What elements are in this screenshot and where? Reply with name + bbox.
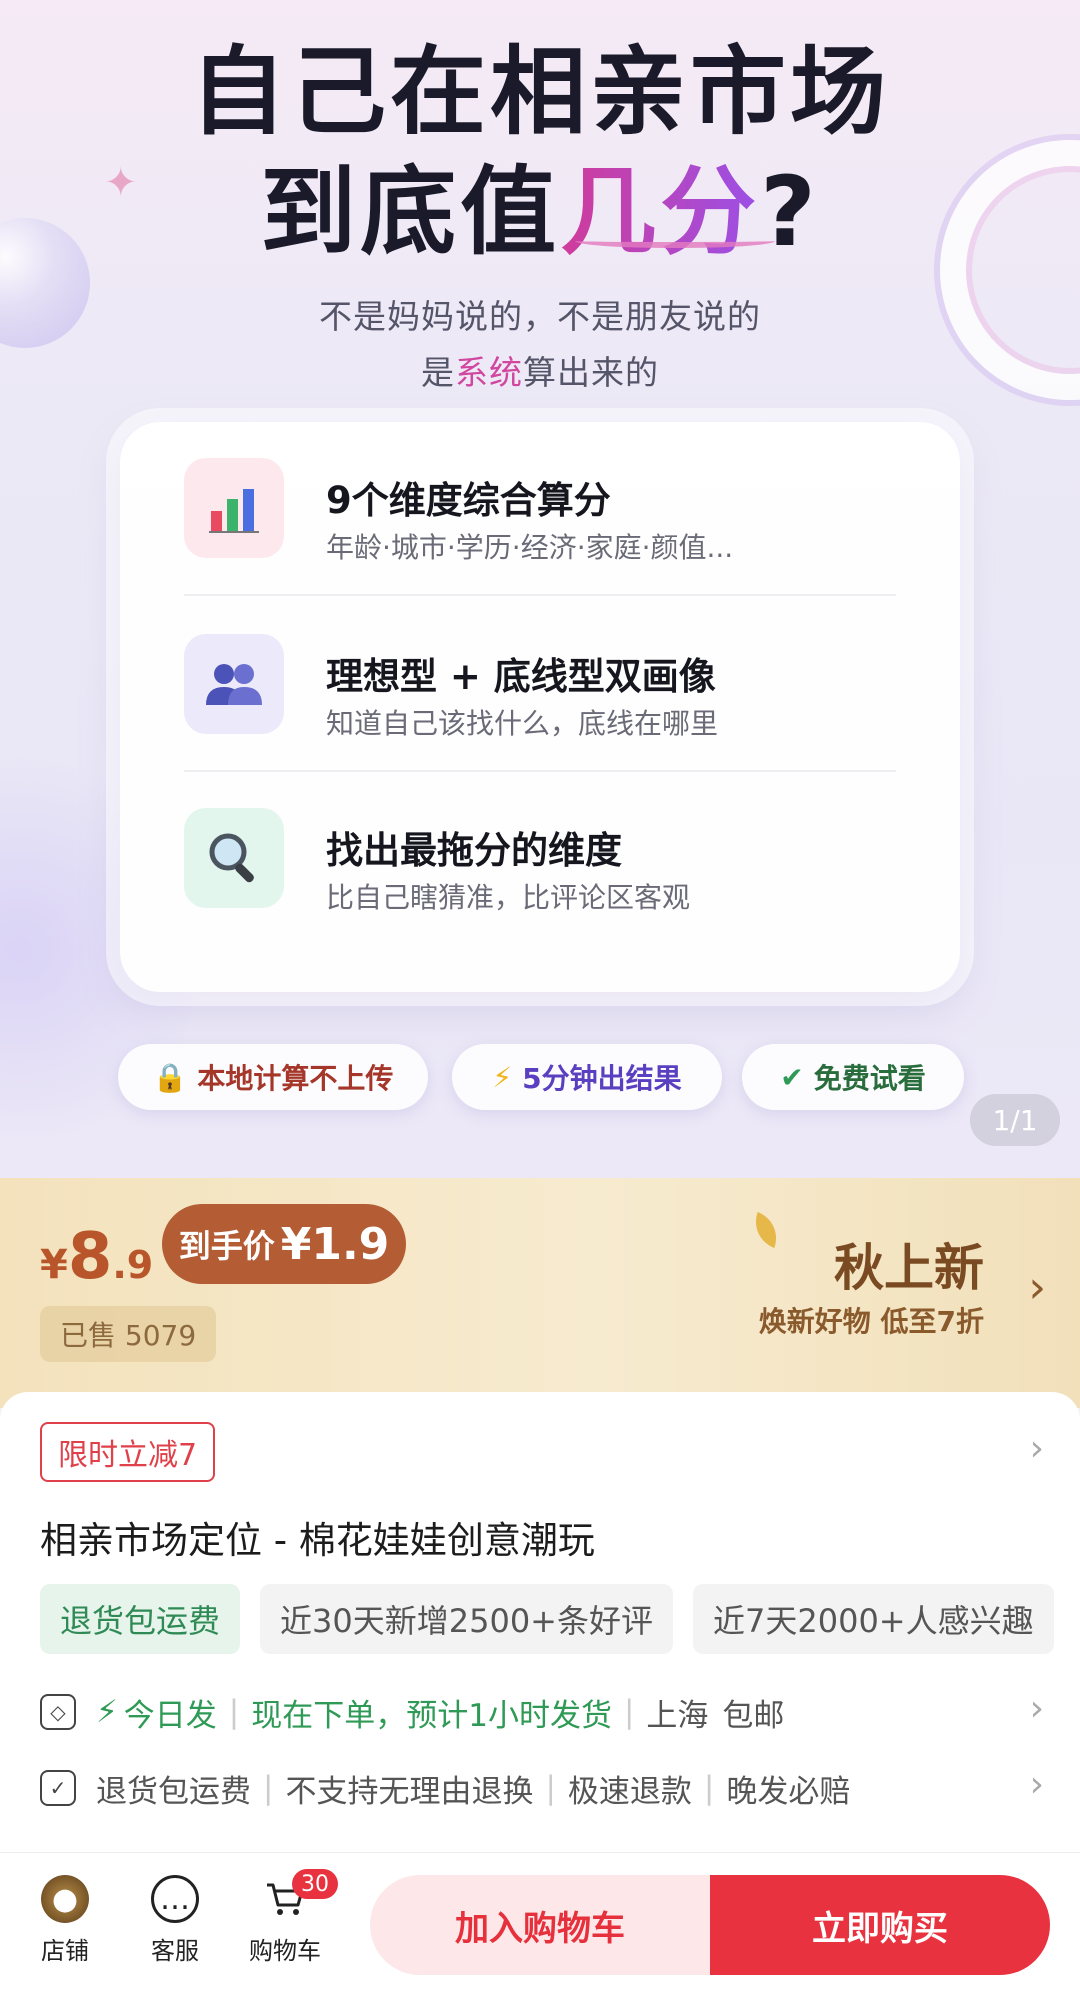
hero-banner[interactable]: ✦ 自己在相亲市场 到底值几分? 不是妈妈说的，不是朋友说的 是系统算出来的 9… [0,0,1080,1178]
bottom-action-bar: ● 店铺 … 客服 30 购物车 加入购物车 立即购买 [0,1852,1080,1994]
promo-subtitle[interactable]: 焕新好物 低至7折 [759,1300,984,1340]
feature-item: 9个维度综合算分 年龄·城市·学历·经济·家庭·颜值... [184,422,896,596]
subtitle-line2-prefix: 是 [421,353,455,392]
subtitle-line2-suffix: 算出来的 [523,353,659,392]
bar-chart-icon [184,458,284,558]
service-item: 极速退款 [567,1773,692,1810]
service-item: 不支持无理由退换 [285,1773,534,1810]
headline-line1: 自己在相亲市场 [190,36,890,148]
lightning-icon: ⚡ [492,1060,513,1094]
buy-now-button[interactable]: 立即购买 [710,1875,1050,1975]
feature-desc: 知道自己该找什么，底线在哪里 [326,707,719,740]
feature-item: 找出最拖分的维度 比自己瞎猜准，比评论区客观 [184,772,896,946]
purchase-buttons: 加入购物车 立即购买 [370,1875,1050,1975]
ship-today: 今日发 [123,1697,217,1734]
subtitle-line1: 不是妈妈说的，不是朋友说的 [319,297,761,336]
separator: | [263,1770,274,1806]
package-icon: ◇ [40,1694,76,1730]
lock-icon: 🔒 [152,1060,188,1094]
headline-underline [575,234,775,248]
feature-title: 理想型 + 底线型双画像 [326,655,716,698]
price-band: ¥8.9 到手价 ¥1.9 已售 5079 秋上新 焕新好物 低至7折 › [0,1178,1080,1408]
service-label: 客服 [151,1937,199,1965]
pill-fast-result: ⚡ 5分钟出结果 [452,1044,722,1110]
service-item: 退货包运费 [96,1773,251,1810]
separator: | [228,1694,240,1730]
store-label: 店铺 [41,1937,89,1965]
ship-detail: 现在下单，预计1小时发货 [251,1697,612,1734]
chevron-right-icon[interactable]: › [1030,1428,1044,1469]
headline-line2-prefix: 到底值 [260,156,561,268]
image-pager: 1/1 [970,1094,1060,1146]
check-icon: ✔ [780,1060,804,1094]
feature-card: 9个维度综合算分 年龄·城市·学历·经济·家庭·颜值... 理想型 + 底线型双… [120,422,960,992]
cart-label: 购物车 [249,1937,321,1965]
chevron-right-icon[interactable]: › [1030,1764,1044,1805]
cart-button[interactable]: 30 购物车 [240,1869,338,1966]
separator: | [623,1694,635,1730]
headline-line2-suffix: ? [760,156,820,268]
subtitle-line2-accent: 系统 [455,353,523,392]
currency-symbol: ¥ [40,1242,68,1288]
pill-local-compute: 🔒 本地计算不上传 [118,1044,428,1110]
customer-service-button[interactable]: … 客服 [130,1875,220,1966]
tag-interest: 近7天2000+人感兴趣 [693,1584,1054,1654]
tag-return-shipping: 退货包运费 [40,1584,241,1654]
magnifier-icon [184,808,284,908]
final-price-badge: 到手价 ¥1.9 [162,1204,406,1284]
ship-free: 包邮 [722,1697,785,1734]
lightning-icon: ⚡ [96,1694,118,1730]
subtitle-line2: 是系统算出来的 [0,346,1080,394]
pill-label: 免费试看 [813,1062,926,1095]
product-title: 相亲市场定位 - 棉花娃娃创意潮玩 [40,1519,595,1562]
store-avatar-icon: ● [41,1875,89,1923]
feature-item: 理想型 + 底线型双画像 知道自己该找什么，底线在哪里 [184,598,896,772]
promo-title[interactable]: 秋上新 [834,1228,984,1300]
add-to-cart-button[interactable]: 加入购物车 [370,1875,710,1975]
leaf-icon [748,1212,784,1248]
tag-reviews: 近30天新增2500+条好评 [260,1584,673,1654]
chevron-right-icon[interactable]: › [1028,1262,1046,1313]
separator: | [545,1770,556,1806]
shipping-row[interactable]: ◇ ⚡ 今日发 | 现在下单，预计1小时发货 | 上海 包邮 [40,1682,1040,1742]
ship-from: 上海 [646,1697,709,1734]
cart-count-badge: 30 [292,1869,338,1899]
price-dec: .9 [112,1243,154,1287]
final-price-label: 到手价 [178,1227,275,1265]
feature-title: 找出最拖分的维度 [326,829,622,872]
pill-label: 5分钟出结果 [522,1062,682,1095]
store-button[interactable]: ● 店铺 [20,1875,110,1966]
headline-line2-accent: 几分 [560,156,761,268]
chat-icon: … [151,1875,199,1923]
feature-desc: 年龄·城市·学历·经济·家庭·颜值... [326,531,734,564]
separator: | [703,1770,715,1806]
feature-title: 9个维度综合算分 [326,479,611,522]
chevron-right-icon[interactable]: › [1030,1688,1044,1729]
pill-free-trial: ✔ 免费试看 [742,1044,964,1110]
feature-desc: 比自己瞎猜准，比评论区客观 [326,881,691,914]
product-tags: 退货包运费 近30天新增2500+条好评 近7天2000+人感兴趣 [40,1584,1054,1654]
service-item: 晚发必赔 [726,1773,851,1810]
final-price-value: ¥1.9 [280,1218,390,1270]
original-price: ¥8.9 [40,1220,153,1294]
pill-label: 本地计算不上传 [197,1062,394,1095]
sold-count: 已售 5079 [40,1306,217,1362]
service-row[interactable]: ✓ 退货包运费 | 不支持无理由退换 | 极速退款 | 晚发必赔 [40,1758,1040,1818]
people-icon [184,634,284,734]
price-int: 8 [67,1220,113,1294]
divider [184,594,896,596]
shield-check-icon: ✓ [40,1770,76,1806]
product-info: 限时立减7 › 相亲市场定位 - 棉花娃娃创意潮玩 退货包运费 近30天新增25… [0,1392,1080,1852]
headline-line2: 到底值几分? [0,134,1080,273]
limit-discount-tag[interactable]: 限时立减7 [40,1422,216,1482]
